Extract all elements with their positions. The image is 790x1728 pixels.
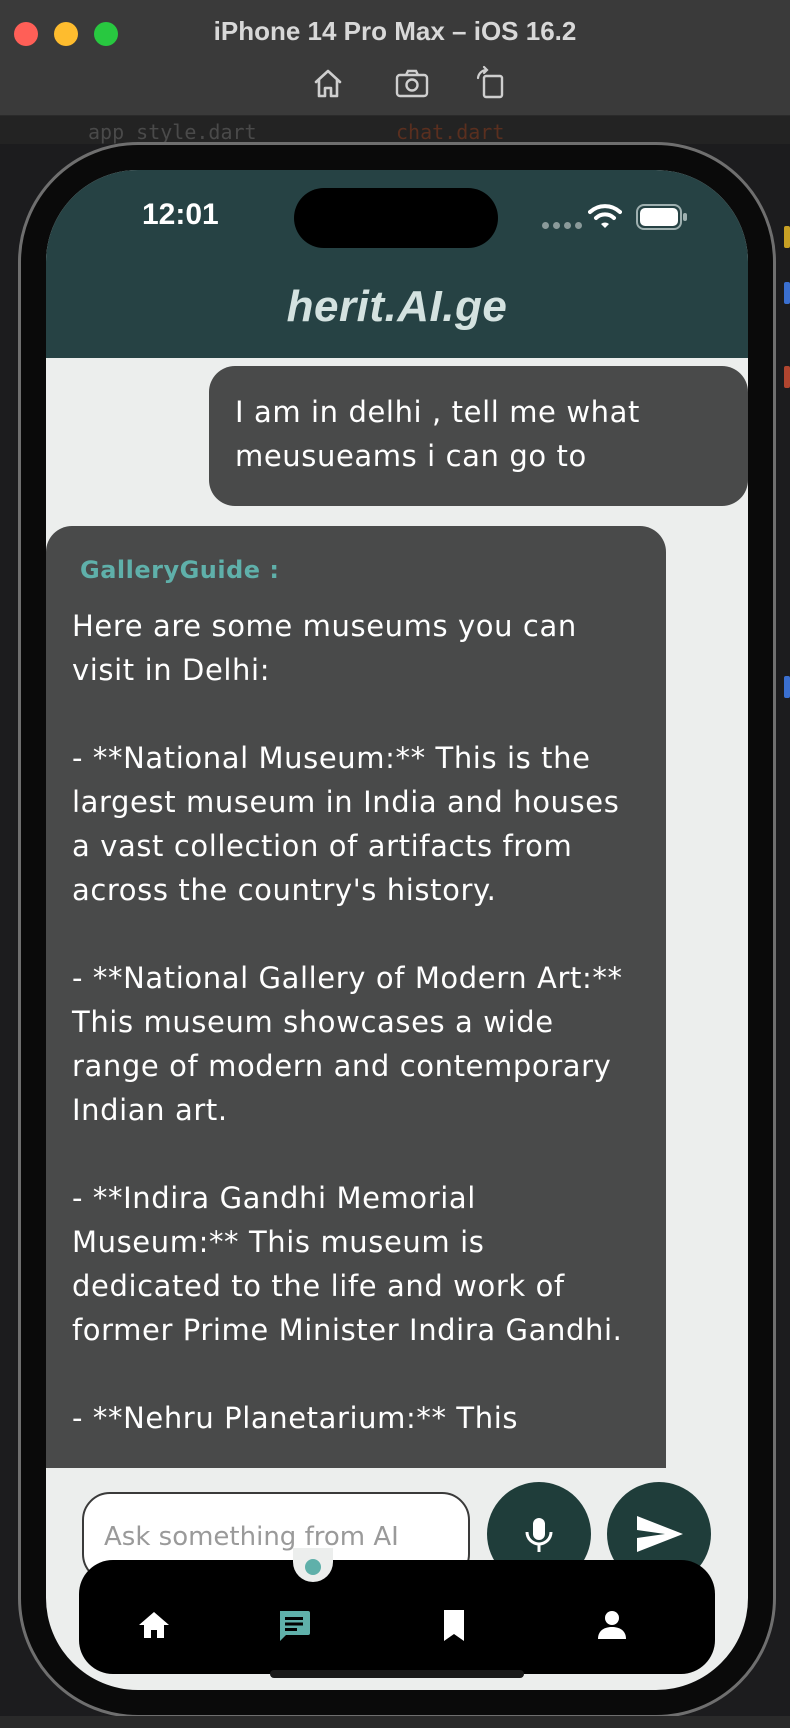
simulator-root: iPhone 14 Pro Max – iOS 16.2 app_style.d… [0, 0, 790, 1728]
ide-status-strip [0, 1716, 790, 1728]
status-time: 12:01 [142, 198, 219, 231]
ide-gutter-mark [784, 226, 790, 248]
nav-chat[interactable] [274, 1605, 314, 1645]
nav-active-indicator [305, 1559, 321, 1575]
ide-gutter-mark [784, 282, 790, 304]
wifi-icon [588, 204, 622, 228]
simulator-toolbar: iPhone 14 Pro Max – iOS 16.2 [0, 0, 790, 116]
home-indicator [270, 1670, 524, 1678]
screenshot-icon[interactable] [392, 64, 432, 102]
nav-home[interactable] [134, 1605, 174, 1645]
app-header: 12:01 herit.AI.ge [46, 170, 748, 358]
chat-icon [280, 1611, 310, 1641]
ai-sender-label: GalleryGuide : [80, 556, 280, 584]
home-icon[interactable] [308, 64, 348, 102]
bookmark-icon [444, 1610, 464, 1641]
home-icon [139, 1612, 169, 1638]
battery-icon [636, 204, 687, 230]
ai-message-text: Here are some museums you can visit in D… [72, 609, 623, 1435]
ide-gutter-mark [784, 676, 790, 698]
simulator-tools [300, 64, 520, 102]
ide-tab: app_style.dart [88, 120, 257, 144]
phone-screen: 12:01 herit.AI.ge I am in delhi , tell m… [46, 170, 748, 1690]
simulator-title: iPhone 14 Pro Max – iOS 16.2 [213, 16, 577, 46]
chat-area[interactable]: I am in delhi , tell me what meusueams i… [46, 358, 748, 1468]
nav-bookmark[interactable] [434, 1605, 474, 1645]
user-message-bubble: I am in delhi , tell me what meusueams i… [209, 366, 748, 506]
rotate-icon[interactable] [470, 64, 510, 102]
ai-message-bubble: GalleryGuide : Here are some museums you… [46, 526, 666, 1468]
dynamic-island [294, 188, 498, 248]
profile-icon [598, 1611, 626, 1639]
ide-tab: chat.dart [396, 120, 505, 144]
nav-profile[interactable] [592, 1605, 632, 1645]
cellular-signal-icon [542, 222, 582, 230]
app-title: herit.AI.ge [286, 282, 508, 331]
ide-gutter-mark [784, 366, 790, 388]
